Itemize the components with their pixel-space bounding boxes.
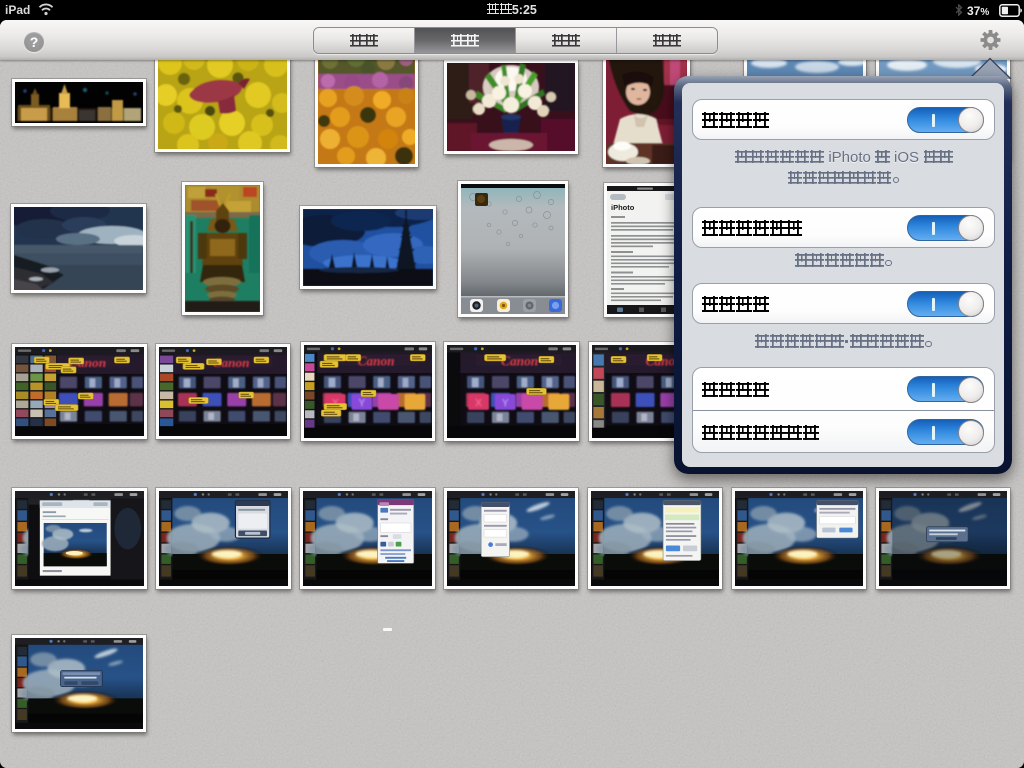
svg-text:Y: Y [502,398,509,409]
svg-text:Y: Y [358,398,365,409]
svg-text:X: X [475,398,482,409]
svg-text:iPhoto: iPhoto [611,203,635,212]
